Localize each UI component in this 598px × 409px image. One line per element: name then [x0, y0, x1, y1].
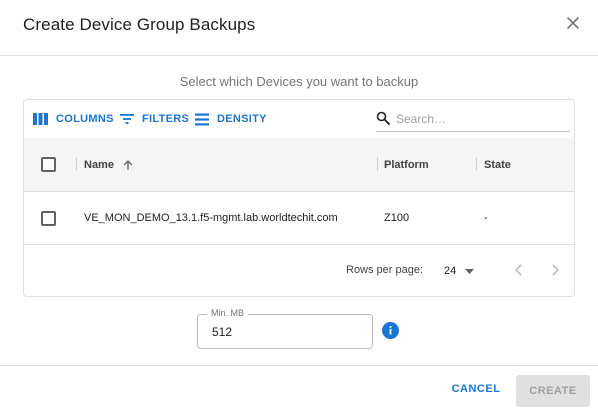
cancel-button[interactable]: CANCEL	[445, 375, 507, 403]
row-state-cell: -	[484, 212, 488, 224]
close-icon	[567, 17, 579, 29]
columns-button[interactable]: COLUMNS	[33, 110, 114, 128]
dialog-subtitle: Select which Devices you want to backup	[179, 74, 419, 89]
rows-per-page-select[interactable]: 24	[444, 261, 480, 281]
min-mb-field: Min. MB	[197, 308, 373, 349]
row-checkbox[interactable]	[41, 211, 56, 226]
info-icon[interactable]	[382, 322, 399, 339]
rows-per-page-value: 24	[444, 265, 457, 277]
grid-footer: Rows per page: 24	[24, 245, 574, 297]
dialog-header: Create Device Group Backups	[0, 0, 598, 56]
device-grid: COLUMNS FILTERS DENSITY Search… Name Pla…	[23, 99, 575, 297]
column-separator	[476, 157, 477, 171]
column-header-name-label: Name	[84, 158, 114, 171]
column-header-platform[interactable]: Platform	[384, 138, 429, 191]
row-platform-cell: Z100	[384, 212, 410, 224]
grid-toolbar: COLUMNS FILTERS DENSITY	[24, 100, 574, 138]
column-separator	[377, 157, 378, 171]
select-all-checkbox[interactable]	[41, 157, 56, 172]
min-mb-input[interactable]	[212, 323, 362, 341]
filters-label: FILTERS	[142, 113, 190, 125]
create-button[interactable]: CREATE	[516, 375, 590, 407]
table-row[interactable]: VE_MON_DEMO_13.1.f5-mgmt.lab.worldtechit…	[24, 192, 574, 245]
create-backup-dialog: Create Device Group Backups Select which…	[0, 0, 598, 409]
rows-per-page-label: Rows per page:	[346, 264, 424, 276]
columns-icon	[33, 113, 48, 125]
next-page-button[interactable]	[544, 259, 566, 281]
density-label: DENSITY	[217, 113, 267, 125]
search-input[interactable]	[396, 109, 566, 129]
row-name-cell: VE_MON_DEMO_13.1.f5-mgmt.lab.worldtechit…	[84, 212, 338, 224]
dialog-title: Create Device Group Backups	[23, 15, 256, 34]
density-icon	[195, 113, 209, 125]
search-box	[376, 108, 570, 132]
chevron-right-icon	[552, 264, 560, 276]
previous-page-button[interactable]	[508, 259, 530, 281]
close-button[interactable]	[562, 12, 584, 34]
columns-label: COLUMNS	[56, 113, 114, 125]
search-icon	[376, 111, 390, 125]
column-separator	[76, 157, 77, 171]
dialog-actions: CANCEL CREATE	[0, 365, 598, 409]
filter-icon	[120, 114, 134, 124]
column-header-state[interactable]: State	[484, 138, 511, 191]
column-header-name[interactable]: Name	[84, 138, 134, 191]
table-header: Name Platform State	[24, 138, 574, 192]
sort-arrow-up-icon[interactable]	[122, 159, 134, 171]
chevron-left-icon	[514, 264, 522, 276]
min-mb-label: Min. MB	[207, 308, 249, 318]
dropdown-arrow-icon	[465, 268, 475, 274]
filters-button[interactable]: FILTERS	[120, 110, 189, 128]
density-button[interactable]: DENSITY	[195, 110, 267, 128]
